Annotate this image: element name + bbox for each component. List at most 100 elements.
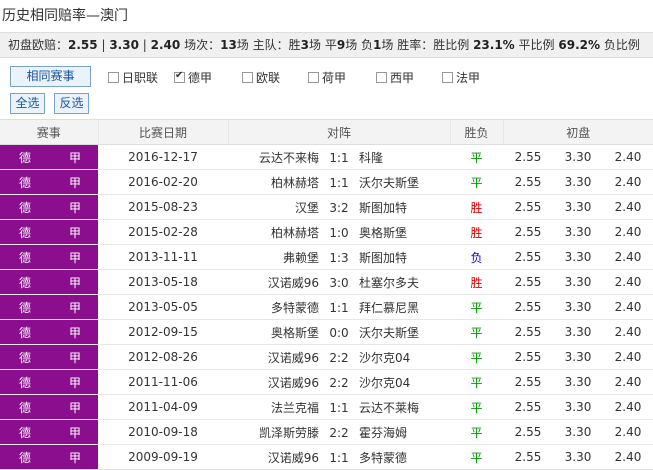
league-checkbox-label: 荷甲	[322, 71, 347, 85]
away-team[interactable]: 沙尔克04	[359, 349, 449, 366]
date-cell: 2010-09-18	[98, 419, 228, 445]
league-cell[interactable]: 德甲	[0, 169, 98, 195]
away-team[interactable]: 奥格斯堡	[359, 224, 449, 241]
date-cell: 2011-04-09	[98, 394, 228, 420]
league-cell[interactable]: 德甲	[0, 219, 98, 245]
match-cell: 汉诺威96 2:2 沙尔克04	[228, 369, 450, 395]
away-team[interactable]: 多特蒙德	[359, 449, 449, 466]
result-cell: 平	[450, 444, 503, 470]
odds-home-cell: 2.55	[503, 244, 553, 270]
odds-away-cell: 2.40	[603, 319, 653, 345]
lossrate-label: 负比例	[603, 38, 640, 52]
away-team[interactable]: 沃尔夫斯堡	[359, 324, 449, 341]
result-cell: 平	[450, 169, 503, 195]
away-team[interactable]: 斯图加特	[359, 199, 449, 216]
away-team[interactable]: 斯图加特	[359, 249, 449, 266]
same-event-button[interactable]: 相同赛事	[10, 66, 91, 87]
league-cell[interactable]: 德甲	[0, 419, 98, 445]
home-team[interactable]: 奥格斯堡	[229, 324, 319, 341]
league-cell[interactable]: 德甲	[0, 319, 98, 345]
home-team[interactable]: 凯泽斯劳滕	[229, 424, 319, 441]
league-cell[interactable]: 德甲	[0, 194, 98, 220]
score: 1:1	[329, 150, 349, 165]
home-team[interactable]: 汉诺威96	[229, 349, 319, 366]
league-checkbox[interactable]: 西甲	[376, 70, 414, 86]
league-cell[interactable]: 德甲	[0, 294, 98, 320]
home-team[interactable]: 云达不来梅	[229, 149, 319, 166]
wins-count: 3	[300, 38, 310, 52]
odds-home: 2.55	[68, 38, 98, 52]
odds-away-cell: 2.40	[603, 144, 653, 170]
league-cell[interactable]: 德甲	[0, 269, 98, 295]
result-cell: 平	[450, 394, 503, 420]
away-team[interactable]: 杜塞尔多夫	[359, 274, 449, 291]
league-cell[interactable]: 德甲	[0, 444, 98, 470]
separator: |	[101, 38, 106, 52]
home-team[interactable]: 多特蒙德	[229, 299, 319, 316]
table-header-row: 赛事 比赛日期 对阵 胜负 初盘	[0, 119, 653, 145]
unchecked-box-icon[interactable]	[376, 72, 387, 83]
unchecked-box-icon[interactable]	[442, 72, 453, 83]
odds-home-cell: 2.55	[503, 269, 553, 295]
league-checkbox[interactable]: 德甲	[174, 68, 212, 86]
odds-home-cell: 2.55	[503, 169, 553, 195]
away-team[interactable]: 沙尔克04	[359, 374, 449, 391]
odds-away-cell: 2.40	[603, 219, 653, 245]
result-cell: 胜	[450, 194, 503, 220]
odds-home-cell: 2.55	[503, 219, 553, 245]
invert-selection-button[interactable]: 反选	[54, 93, 89, 114]
match-cell: 柏林赫塔 1:1 沃尔夫斯堡	[228, 169, 450, 195]
league-checkbox[interactable]: 法甲	[442, 70, 480, 86]
league-char: 德	[18, 300, 31, 315]
odds-draw-cell: 3.30	[553, 394, 603, 420]
match-cell: 汉诺威96 3:0 杜塞尔多夫	[228, 269, 450, 295]
odds-draw-cell: 3.30	[553, 294, 603, 320]
league-checkbox[interactable]: 欧联	[242, 70, 280, 86]
home-team[interactable]: 汉诺威96	[229, 449, 319, 466]
table-row: 德甲 2013-11-11 弗赖堡 1:3 斯图加特负 2.55 3.30 2.40	[0, 244, 653, 270]
matches-count: 13	[220, 38, 237, 52]
away-team[interactable]: 云达不莱梅	[359, 399, 449, 416]
league-checkbox-label: 西甲	[390, 71, 415, 85]
match-cell: 云达不来梅 1:1 科隆	[228, 144, 450, 170]
select-all-button[interactable]: 全选	[10, 93, 45, 114]
score: 1:1	[329, 300, 349, 315]
home-team[interactable]: 法兰克福	[229, 399, 319, 416]
drawrate-value: 69.2%	[558, 38, 601, 52]
unchecked-box-icon[interactable]	[308, 72, 319, 83]
home-team[interactable]: 汉诺威96	[229, 274, 319, 291]
league-char: 甲	[68, 150, 81, 165]
league-cell[interactable]: 德甲	[0, 394, 98, 420]
unchecked-box-icon[interactable]	[242, 72, 253, 83]
home-team[interactable]: 汉诺威96	[229, 374, 319, 391]
odds-draw-cell: 3.30	[553, 319, 603, 345]
league-cell[interactable]: 德甲	[0, 344, 98, 370]
date-cell: 2012-09-15	[98, 319, 228, 345]
home-team[interactable]: 柏林赫塔	[229, 224, 319, 241]
odds-draw: 3.30	[109, 38, 139, 52]
odds-draw-cell: 3.30	[553, 169, 603, 195]
league-char: 甲	[68, 450, 81, 465]
table-row: 德甲 2015-08-23 汉堡 3:2 斯图加特胜 2.55 3.30 2.40	[0, 194, 653, 220]
checked-box-icon[interactable]	[174, 68, 185, 84]
home-team[interactable]: 汉堡	[229, 199, 319, 216]
league-cell[interactable]: 德甲	[0, 244, 98, 270]
result-cell: 胜	[450, 269, 503, 295]
league-char: 德	[18, 250, 31, 265]
home-team[interactable]: 柏林赫塔	[229, 174, 319, 191]
league-checkbox[interactable]: 荷甲	[308, 70, 346, 86]
league-checkbox[interactable]: 日职联	[108, 70, 158, 86]
match-cell: 汉堡 3:2 斯图加特	[228, 194, 450, 220]
away-team[interactable]: 沃尔夫斯堡	[359, 174, 449, 191]
away-team[interactable]: 拜仁慕尼黑	[359, 299, 449, 316]
away-team[interactable]: 霍芬海姆	[359, 424, 449, 441]
league-char: 德	[18, 200, 31, 215]
away-team[interactable]: 科隆	[359, 149, 449, 166]
league-cell[interactable]: 德甲	[0, 369, 98, 395]
unchecked-box-icon[interactable]	[108, 72, 119, 83]
home-team[interactable]: 弗赖堡	[229, 249, 319, 266]
league-cell[interactable]: 德甲	[0, 144, 98, 170]
drawrate-label: 平比例	[518, 38, 555, 52]
match-cell: 凯泽斯劳滕 2:2 霍芬海姆	[228, 419, 450, 445]
result-cell: 负	[450, 244, 503, 270]
